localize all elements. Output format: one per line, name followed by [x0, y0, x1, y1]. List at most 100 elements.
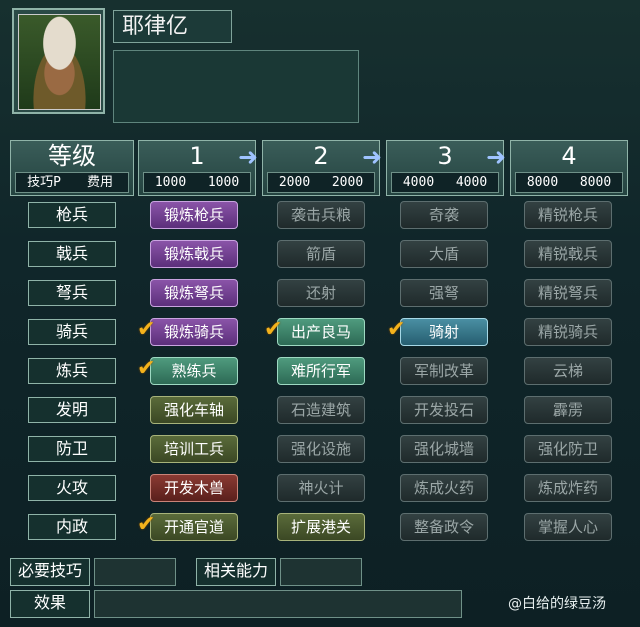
skill-label: 强弩	[428, 284, 459, 302]
skill-button[interactable]: 开发投石	[400, 396, 488, 424]
level-costs: 8000 8000	[515, 172, 623, 193]
related-ability-field	[280, 558, 362, 586]
effect-label: 效果	[10, 590, 90, 618]
level-costs: 4000 4000	[391, 172, 499, 193]
skill-button[interactable]: 锻炼戟兵	[150, 240, 238, 268]
level-header: 等级 技巧P 费用	[10, 140, 134, 196]
skill-button[interactable]: 大盾	[400, 240, 488, 268]
required-skill-label: 必要技巧	[10, 558, 90, 586]
game-screen: 耶律亿 等级 技巧P 费用 1 1000 1000 2 2000 2000 3 400…	[0, 0, 640, 627]
skill-label: 培训工兵	[163, 440, 224, 458]
gold-cost: 2000	[331, 175, 364, 190]
skill-label: 强化城墙	[413, 440, 474, 458]
skill-button[interactable]: 精锐骑兵	[524, 318, 612, 346]
skill-button[interactable]: 强化防卫	[524, 435, 612, 463]
skill-button[interactable]: 开发木兽	[150, 474, 238, 502]
skill-label: 袭击兵粮	[290, 206, 351, 224]
skill-button[interactable]: 骑射 ✔	[387, 317, 488, 346]
skill-button[interactable]: 强化设施	[277, 435, 365, 463]
skill-label: 石造建筑	[290, 401, 351, 419]
skill-label: 神火计	[298, 479, 344, 497]
skill-button[interactable]: 熟练兵 ✔	[137, 356, 238, 385]
effect-field	[94, 590, 462, 618]
row-label: 炼兵	[28, 358, 116, 384]
skill-label: 难所行军	[290, 362, 351, 380]
arrow-right-icon: ➜	[238, 143, 259, 171]
skill-button[interactable]: 军制改革	[400, 357, 488, 385]
skill-label: 军制改革	[413, 362, 474, 380]
required-skill-field	[94, 558, 176, 586]
skill-button[interactable]: 炼成炸药	[524, 474, 612, 502]
skill-label: 精锐戟兵	[537, 245, 598, 263]
skill-cost: 1000	[154, 175, 187, 190]
skill-button[interactable]: 整备政令	[400, 513, 488, 541]
skill-button[interactable]: 霹雳	[524, 396, 612, 424]
skill-label: 强化车轴	[163, 401, 224, 419]
watermark: @白给的绿豆汤	[508, 596, 606, 612]
related-ability-label: 相关能力	[196, 558, 276, 586]
skill-label: 还射	[305, 284, 336, 302]
skill-button[interactable]: 出产良马 ✔	[264, 317, 365, 346]
skill-button[interactable]: 难所行军	[277, 357, 365, 385]
skill-button[interactable]: 掌握人心	[524, 513, 612, 541]
row-label: 内政	[28, 514, 116, 540]
skill-button[interactable]: 奇袭	[400, 201, 488, 229]
skill-label: 锻炼骑兵	[163, 323, 224, 341]
level-costs: 2000 2000	[267, 172, 375, 193]
level-number: 4	[561, 142, 577, 170]
description-panel	[113, 50, 359, 123]
skill-label: 强化防卫	[537, 440, 598, 458]
level-column-4: 4 8000 8000	[510, 140, 628, 196]
skill-label: 大盾	[428, 245, 459, 263]
skill-label: 锻炼戟兵	[163, 245, 224, 263]
character-portrait	[18, 14, 101, 110]
skill-label: 锻炼枪兵	[163, 206, 224, 224]
skill-points-label: 技巧P	[27, 175, 61, 190]
cost-label: 费用	[86, 175, 113, 190]
row-label: 戟兵	[28, 241, 116, 267]
arrow-right-icon: ➜	[362, 143, 383, 171]
skill-label: 炼成炸药	[537, 479, 598, 497]
skill-button[interactable]: 强化城墙	[400, 435, 488, 463]
skill-button[interactable]: 锻炼弩兵	[150, 279, 238, 307]
check-icon: ✔	[137, 317, 156, 342]
row-label: 防卫	[28, 436, 116, 462]
skill-button[interactable]: 云梯	[524, 357, 612, 385]
skill-button[interactable]: 箭盾	[277, 240, 365, 268]
skill-button[interactable]: 精锐戟兵	[524, 240, 612, 268]
level-costs: 1000 1000	[143, 172, 251, 193]
level-label: 等级	[48, 142, 96, 170]
skill-label: 强化设施	[290, 440, 351, 458]
check-icon: ✔	[264, 317, 283, 342]
skill-label: 开发投石	[413, 401, 474, 419]
skill-cost-header: 技巧P 费用	[15, 172, 129, 193]
skill-button[interactable]: 开通官道 ✔	[137, 512, 238, 541]
skill-button[interactable]: 扩展港关	[277, 513, 365, 541]
skill-button[interactable]: 锻炼骑兵 ✔	[137, 317, 238, 346]
skill-button[interactable]: 还射	[277, 279, 365, 307]
check-icon: ✔	[387, 317, 406, 342]
skill-label: 掌握人心	[537, 518, 598, 536]
skill-label: 开发木兽	[163, 479, 224, 497]
skill-button[interactable]: 石造建筑	[277, 396, 365, 424]
check-icon: ✔	[137, 356, 156, 381]
skill-button[interactable]: 强弩	[400, 279, 488, 307]
skill-button[interactable]: 神火计	[277, 474, 365, 502]
skill-button[interactable]: 强化车轴	[150, 396, 238, 424]
skill-label: 霹雳	[552, 401, 583, 419]
skill-label: 箭盾	[305, 245, 336, 263]
skill-button[interactable]: 袭击兵粮	[277, 201, 365, 229]
arrow-right-icon: ➜	[486, 143, 507, 171]
skill-label: 精锐骑兵	[537, 323, 598, 341]
skill-button[interactable]: 培训工兵	[150, 435, 238, 463]
skill-button[interactable]: 精锐枪兵	[524, 201, 612, 229]
row-label: 枪兵	[28, 202, 116, 228]
skill-button[interactable]: 炼成火药	[400, 474, 488, 502]
skill-label: 开通官道	[163, 518, 224, 536]
skill-label: 扩展港关	[290, 518, 351, 536]
skill-button[interactable]: 锻炼枪兵	[150, 201, 238, 229]
skill-label: 锻炼弩兵	[163, 284, 224, 302]
skill-cost: 8000	[526, 175, 559, 190]
skill-label: 炼成火药	[413, 479, 474, 497]
skill-button[interactable]: 精锐弩兵	[524, 279, 612, 307]
